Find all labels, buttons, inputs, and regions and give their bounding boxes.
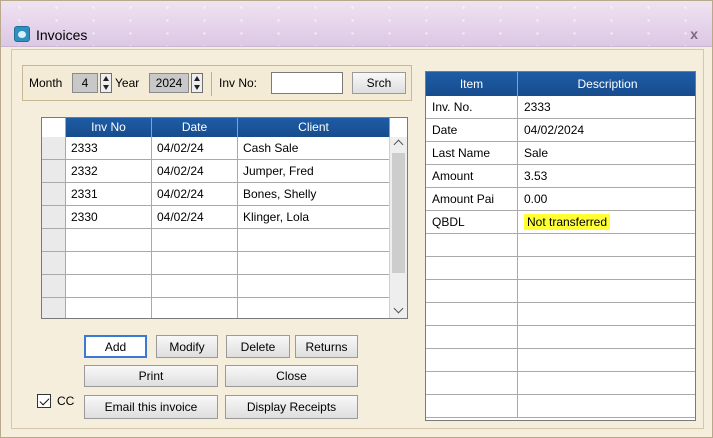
empty-cell[interactable] — [238, 298, 390, 318]
email-invoice-button[interactable]: Email this invoice — [84, 395, 218, 419]
display-receipts-button[interactable]: Display Receipts — [225, 395, 358, 419]
detail-item-value[interactable]: 2333 — [518, 96, 695, 119]
row-selector[interactable] — [42, 160, 66, 183]
empty-cell[interactable] — [238, 275, 390, 298]
grid-corner — [42, 118, 66, 137]
add-button[interactable]: Add — [84, 335, 147, 358]
empty-cell — [426, 349, 518, 372]
filter-divider — [211, 72, 212, 96]
row-selector[interactable] — [42, 183, 66, 206]
detail-item-label: Inv. No. — [426, 96, 518, 119]
invoice-detail-grid: Item Description Inv. No. 2333 Date 04/0… — [425, 71, 696, 421]
detail-item-label: Amount — [426, 165, 518, 188]
modify-button[interactable]: Modify — [156, 335, 218, 358]
empty-cell — [426, 257, 518, 280]
column-header-inv-no[interactable]: Inv No — [66, 118, 152, 137]
table-row-inv-no[interactable]: 2333 — [66, 137, 152, 160]
column-header-item[interactable]: Item — [426, 72, 518, 96]
table-row-date[interactable]: 04/02/24 — [152, 160, 238, 183]
empty-cell — [426, 395, 518, 418]
detail-item-value[interactable]: 04/02/2024 — [518, 119, 695, 142]
detail-item-label: Last Name — [426, 142, 518, 165]
cc-checkbox[interactable] — [37, 394, 51, 408]
inv-no-label: Inv No: — [219, 76, 258, 90]
table-row-client[interactable]: Bones, Shelly — [238, 183, 390, 206]
detail-item-value[interactable]: Sale — [518, 142, 695, 165]
month-spinner-icon[interactable] — [100, 73, 112, 93]
detail-item-label: Amount Pai — [426, 188, 518, 211]
table-row-client[interactable]: Jumper, Fred — [238, 160, 390, 183]
cc-label: CC — [57, 394, 75, 408]
table-row-client[interactable]: Klinger, Lola — [238, 206, 390, 229]
row-selector[interactable] — [42, 252, 66, 275]
app-icon — [14, 26, 30, 42]
empty-cell[interactable] — [238, 229, 390, 252]
empty-cell — [426, 326, 518, 349]
scroll-thumb[interactable] — [392, 153, 405, 273]
year-label: Year — [115, 76, 140, 90]
returns-button[interactable]: Returns — [295, 335, 358, 358]
search-button[interactable]: Srch — [352, 72, 406, 94]
empty-cell[interactable] — [518, 326, 695, 349]
detail-item-value-highlighted[interactable]: Not transferred — [518, 211, 695, 234]
month-label: Month — [29, 76, 63, 90]
detail-item-value[interactable]: 3.53 — [518, 165, 695, 188]
table-row-inv-no[interactable]: 2331 — [66, 183, 152, 206]
empty-cell[interactable] — [66, 275, 152, 298]
year-spinner-icon[interactable] — [191, 73, 203, 93]
delete-button[interactable]: Delete — [226, 335, 290, 358]
detail-item-label: Date — [426, 119, 518, 142]
column-header-client[interactable]: Client — [238, 118, 390, 137]
empty-cell — [426, 280, 518, 303]
detail-item-value[interactable]: 0.00 — [518, 188, 695, 211]
inv-no-input[interactable] — [271, 72, 343, 94]
empty-cell[interactable] — [518, 280, 695, 303]
title-bar[interactable]: Invoices x — [1, 1, 712, 47]
close-window-icon[interactable]: x — [690, 26, 698, 42]
empty-cell[interactable] — [518, 395, 695, 418]
close-button[interactable]: Close — [225, 365, 358, 387]
row-selector[interactable] — [42, 206, 66, 229]
filter-bar: Month 4 Year 2024 Inv No: Srch — [22, 65, 412, 101]
empty-cell — [426, 303, 518, 326]
table-row-inv-no[interactable]: 2330 — [66, 206, 152, 229]
row-selector[interactable] — [42, 298, 66, 318]
row-selector[interactable] — [42, 275, 66, 298]
empty-cell[interactable] — [152, 252, 238, 275]
row-selector[interactable] — [42, 229, 66, 252]
table-row-inv-no[interactable]: 2332 — [66, 160, 152, 183]
empty-cell[interactable] — [518, 257, 695, 280]
table-row-client[interactable]: Cash Sale — [238, 137, 390, 160]
empty-cell[interactable] — [66, 252, 152, 275]
detail-item-label: QBDL — [426, 211, 518, 234]
empty-cell[interactable] — [66, 298, 152, 318]
empty-cell[interactable] — [152, 275, 238, 298]
grid-scrollbar[interactable] — [389, 137, 407, 318]
empty-cell — [426, 372, 518, 395]
empty-cell[interactable] — [152, 229, 238, 252]
row-selector[interactable] — [42, 137, 66, 160]
column-header-description[interactable]: Description — [518, 72, 695, 96]
empty-cell[interactable] — [518, 303, 695, 326]
column-header-date[interactable]: Date — [152, 118, 238, 137]
empty-cell[interactable] — [518, 234, 695, 257]
month-value[interactable]: 4 — [72, 73, 98, 93]
invoices-window: Invoices x Month 4 Year 2024 Inv No: Src… — [0, 0, 713, 438]
table-row-date[interactable]: 04/02/24 — [152, 206, 238, 229]
empty-cell[interactable] — [152, 298, 238, 318]
empty-cell[interactable] — [66, 229, 152, 252]
empty-cell — [426, 234, 518, 257]
scroll-down-icon[interactable] — [393, 303, 404, 314]
invoice-grid: Inv No Date Client 2333 04/02/24 Cash Sa… — [41, 117, 408, 319]
empty-cell[interactable] — [518, 372, 695, 395]
table-row-date[interactable]: 04/02/24 — [152, 137, 238, 160]
scroll-up-icon[interactable] — [393, 139, 404, 150]
print-button[interactable]: Print — [84, 365, 218, 387]
empty-cell[interactable] — [238, 252, 390, 275]
qbdl-status-badge: Not transferred — [524, 214, 611, 230]
window-title: Invoices — [36, 27, 88, 43]
table-row-date[interactable]: 04/02/24 — [152, 183, 238, 206]
empty-cell[interactable] — [518, 349, 695, 372]
year-value[interactable]: 2024 — [149, 73, 189, 93]
